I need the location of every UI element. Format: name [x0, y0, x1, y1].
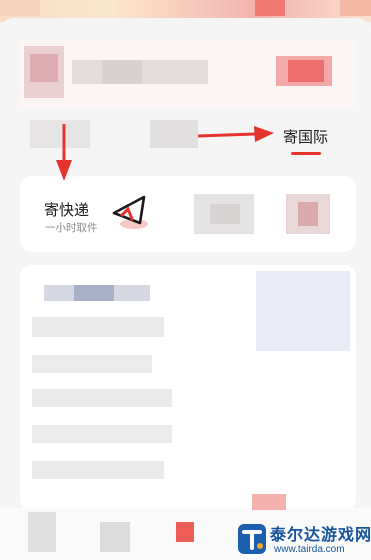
watermark: 泰尔达游戏网 www.tairda.com: [236, 520, 371, 560]
watermark-name: 泰尔达游戏网: [270, 525, 371, 544]
blurred-list-card: [20, 265, 356, 510]
nav-item-2[interactable]: [100, 522, 130, 552]
tab-international[interactable]: 寄国际: [283, 126, 328, 147]
nav-item-3[interactable]: [176, 522, 194, 542]
tab-blurred-1[interactable]: [30, 120, 90, 148]
express-subtitle: 一小时取件: [45, 222, 98, 234]
blurred-banner: [18, 40, 354, 108]
express-title[interactable]: 寄快递: [44, 199, 89, 220]
tab-active-indicator: [291, 152, 321, 155]
watermark-logo-icon: [238, 524, 266, 554]
watermark-url: www.tairda.com: [274, 544, 345, 555]
paper-plane-icon: [112, 195, 148, 229]
nav-item-1[interactable]: [28, 512, 56, 552]
tab-blurred-2[interactable]: [150, 120, 198, 148]
